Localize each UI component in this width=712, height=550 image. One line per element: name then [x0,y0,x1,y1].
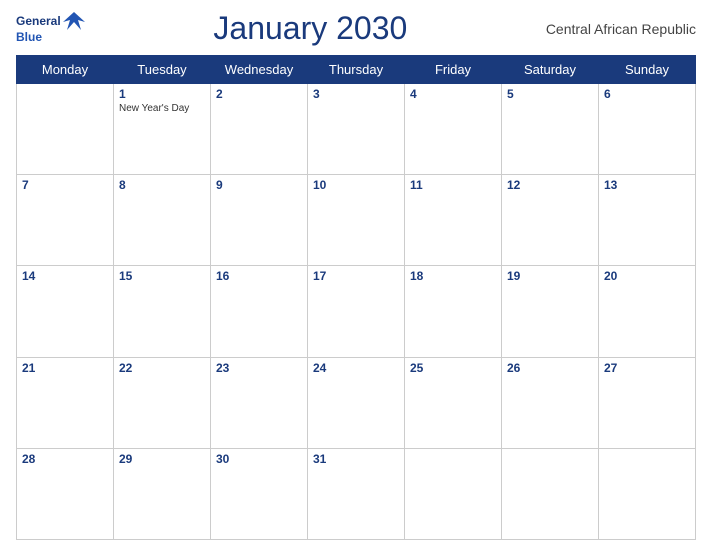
day-number: 18 [410,269,496,283]
holiday-label: New Year's Day [119,103,205,114]
calendar-cell: 26 [502,357,599,448]
day-number: 31 [313,452,399,466]
day-number: 27 [604,361,690,375]
calendar-cell [599,448,696,539]
day-number: 22 [119,361,205,375]
calendar-cell: 7 [17,175,114,266]
calendar-cell: 8 [114,175,211,266]
week-row-3: 14 15 16 17 18 19 20 [17,266,696,357]
week-row-4: 21 22 23 24 25 26 27 [17,357,696,448]
calendar-cell: 29 [114,448,211,539]
day-number: 16 [216,269,302,283]
logo-general-text: General [16,14,61,28]
calendar-cell: 15 [114,266,211,357]
calendar-cell: 6 [599,84,696,175]
calendar-cell [405,448,502,539]
day-number: 26 [507,361,593,375]
weekday-header-thursday: Thursday [308,56,405,84]
day-number: 12 [507,178,593,192]
day-number: 2 [216,87,302,101]
day-number: 20 [604,269,690,283]
calendar-cell: 16 [211,266,308,357]
calendar-cell: 14 [17,266,114,357]
weekday-header-sunday: Sunday [599,56,696,84]
day-number: 29 [119,452,205,466]
calendar-cell [502,448,599,539]
weekday-header-friday: Friday [405,56,502,84]
day-number: 30 [216,452,302,466]
calendar-cell: 4 [405,84,502,175]
logo-bird-icon [63,12,85,30]
calendar-cell: 17 [308,266,405,357]
calendar-cell: 22 [114,357,211,448]
calendar-cell [17,84,114,175]
logo-blue-text: Blue [16,30,42,44]
calendar-cell: 5 [502,84,599,175]
region-label: Central African Republic [536,21,696,37]
day-number: 15 [119,269,205,283]
day-number: 23 [216,361,302,375]
calendar-cell: 18 [405,266,502,357]
day-number: 10 [313,178,399,192]
calendar-cell: 27 [599,357,696,448]
day-number: 14 [22,269,108,283]
day-number: 4 [410,87,496,101]
logo: General Blue [16,12,85,44]
day-number: 8 [119,178,205,192]
calendar-cell: 24 [308,357,405,448]
week-row-5: 28 29 30 31 [17,448,696,539]
day-number: 24 [313,361,399,375]
calendar-cell: 1 New Year's Day [114,84,211,175]
day-number: 5 [507,87,593,101]
weekday-header-saturday: Saturday [502,56,599,84]
calendar-cell: 19 [502,266,599,357]
calendar-cell: 25 [405,357,502,448]
calendar-cell: 30 [211,448,308,539]
day-number: 28 [22,452,108,466]
calendar-cell: 9 [211,175,308,266]
day-number: 21 [22,361,108,375]
day-number: 9 [216,178,302,192]
calendar-cell: 2 [211,84,308,175]
weekday-header-wednesday: Wednesday [211,56,308,84]
day-number: 17 [313,269,399,283]
day-number: 19 [507,269,593,283]
calendar-cell: 21 [17,357,114,448]
calendar-table: MondayTuesdayWednesdayThursdayFridaySatu… [16,55,696,540]
day-number: 7 [22,178,108,192]
calendar-cell: 28 [17,448,114,539]
calendar-cell: 31 [308,448,405,539]
day-number: 13 [604,178,690,192]
calendar-title: January 2030 [85,10,536,47]
calendar-cell: 13 [599,175,696,266]
day-number: 6 [604,87,690,101]
calendar-cell: 11 [405,175,502,266]
day-number: 25 [410,361,496,375]
weekday-header-tuesday: Tuesday [114,56,211,84]
calendar-cell: 3 [308,84,405,175]
calendar-cell: 23 [211,357,308,448]
calendar-cell: 20 [599,266,696,357]
week-row-2: 789 10 11 12 13 [17,175,696,266]
day-number: 1 [119,87,205,101]
day-number: 3 [313,87,399,101]
calendar-header: General Blue January 2030 Central Africa… [16,10,696,47]
calendar-cell: 10 [308,175,405,266]
day-number: 11 [410,178,496,192]
weekday-header-row: MondayTuesdayWednesdayThursdayFridaySatu… [17,56,696,84]
week-row-1: 1 New Year's Day 23456 [17,84,696,175]
calendar-cell: 12 [502,175,599,266]
weekday-header-monday: Monday [17,56,114,84]
